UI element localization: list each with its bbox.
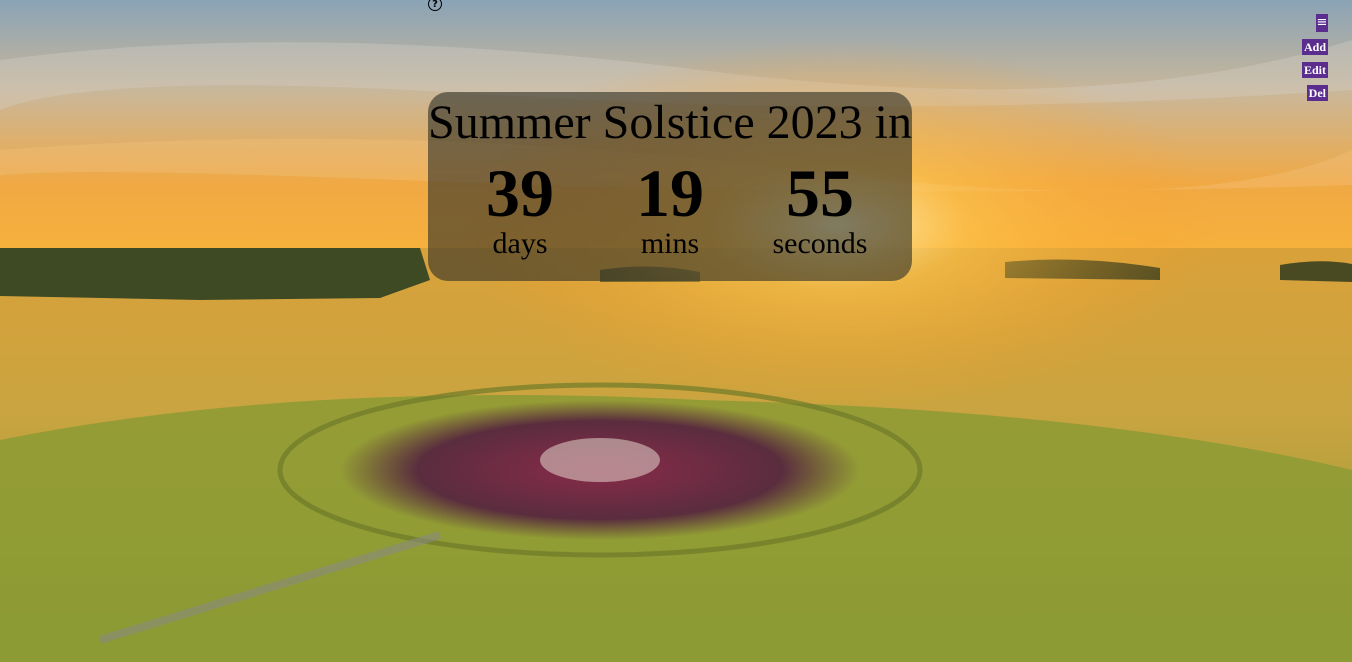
menu-button[interactable]: ≡ — [1316, 14, 1328, 32]
mins-value: 19 — [636, 155, 704, 231]
unit-days: 39 days — [445, 157, 595, 262]
days-value: 39 — [486, 155, 554, 231]
delete-button[interactable]: Del — [1306, 85, 1328, 101]
edit-button[interactable]: Edit — [1301, 62, 1328, 78]
unit-seconds: 55 seconds — [745, 157, 895, 262]
seconds-value: 55 — [786, 155, 854, 231]
countdown-panel: Summer Solstice 2023 in 39 days 19 mins … — [428, 92, 912, 281]
days-label: days — [492, 227, 548, 260]
countdown-units: 39 days 19 mins 55 seconds — [428, 157, 912, 262]
seconds-label: seconds — [772, 227, 868, 260]
mins-label: mins — [640, 227, 700, 260]
unit-mins: 19 mins — [595, 157, 745, 262]
add-button[interactable]: Add — [1301, 39, 1328, 55]
side-controls: ≡ Add Edit Del — [1301, 14, 1328, 101]
countdown-title: Summer Solstice 2023 in — [428, 96, 912, 149]
